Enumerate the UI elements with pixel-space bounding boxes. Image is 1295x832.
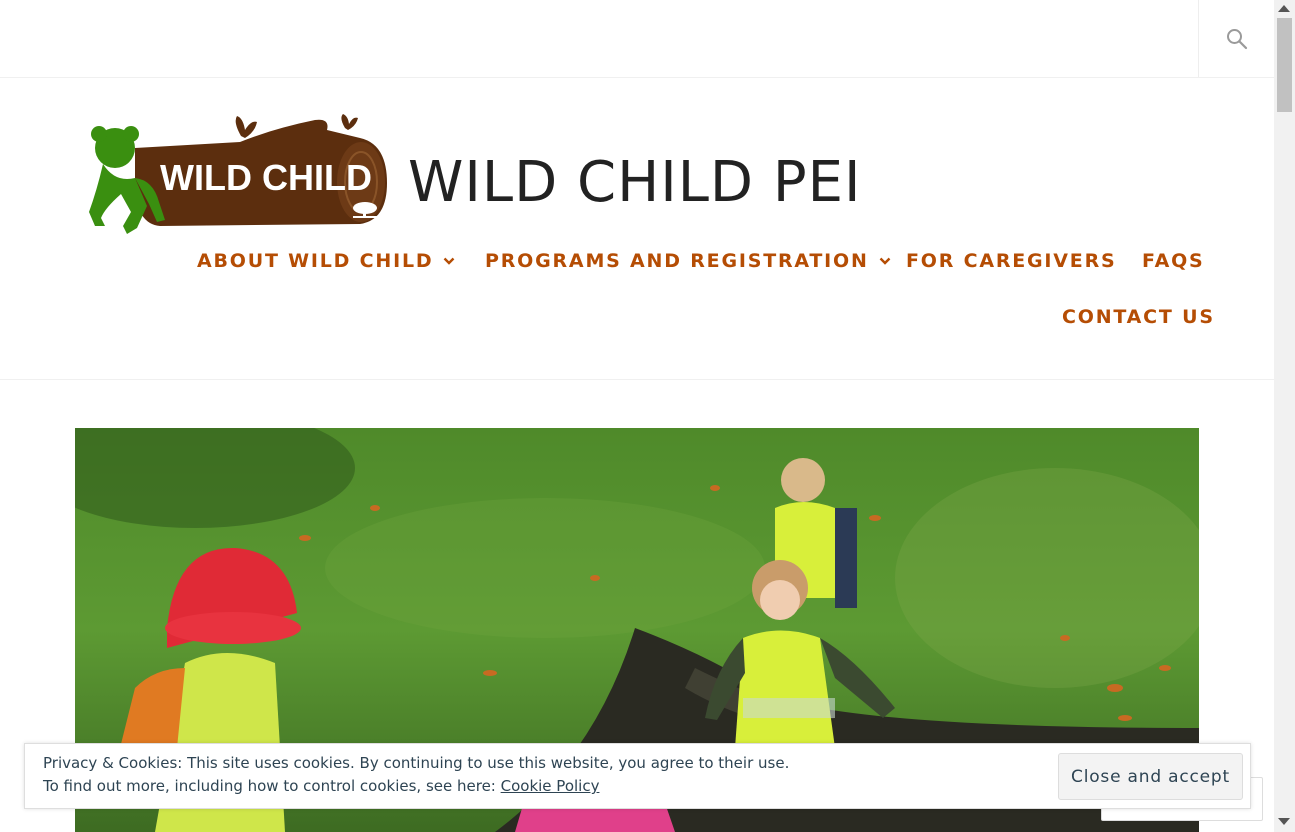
nav-item-contact[interactable]: CONTACT US [1062,306,1215,328]
scrollbar[interactable] [1274,0,1295,832]
site-logo[interactable]: WILD CHILD [75,108,390,238]
nav-item-label: PROGRAMS AND REGISTRATION [485,250,869,272]
nav-item-about[interactable]: ABOUT WILD CHILD [197,250,455,272]
search-icon [1227,28,1248,49]
site-title[interactable]: WILD CHILD PEI [408,147,862,219]
nav-item-faqs[interactable]: FAQS [1142,250,1205,272]
cookie-banner: Privacy & Cookies: This site uses cookie… [24,743,1251,809]
cookie-line-2-prefix: To find out more, including how to contr… [43,777,501,795]
nav-item-label: FOR CAREGIVERS [906,250,1117,272]
chevron-down-icon [444,257,455,265]
nav-item-label: CONTACT US [1062,306,1215,328]
cookie-line-1: Privacy & Cookies: This site uses cookie… [43,754,790,772]
header-divider [0,379,1274,380]
cookie-policy-link[interactable]: Cookie Policy [501,777,600,795]
cookie-line-2: To find out more, including how to contr… [43,775,789,798]
search-button[interactable] [1198,0,1275,77]
cookie-text: Privacy & Cookies: This site uses cookie… [43,752,789,798]
scroll-thumb[interactable] [1277,18,1292,112]
chevron-down-icon [879,257,891,265]
nav-item-programs[interactable]: PROGRAMS AND REGISTRATION [485,250,891,272]
nav-item-label: FAQS [1142,250,1205,272]
nav-item-label: ABOUT WILD CHILD [197,250,434,272]
close-and-accept-button[interactable]: Close and accept [1058,753,1243,800]
logo-text: WILD CHILD [160,157,372,198]
nav-item-caregivers[interactable]: FOR CAREGIVERS [906,250,1117,272]
scroll-down-arrow-icon[interactable] [1278,818,1290,825]
top-bar [0,0,1274,78]
scroll-up-arrow-icon[interactable] [1278,5,1290,12]
